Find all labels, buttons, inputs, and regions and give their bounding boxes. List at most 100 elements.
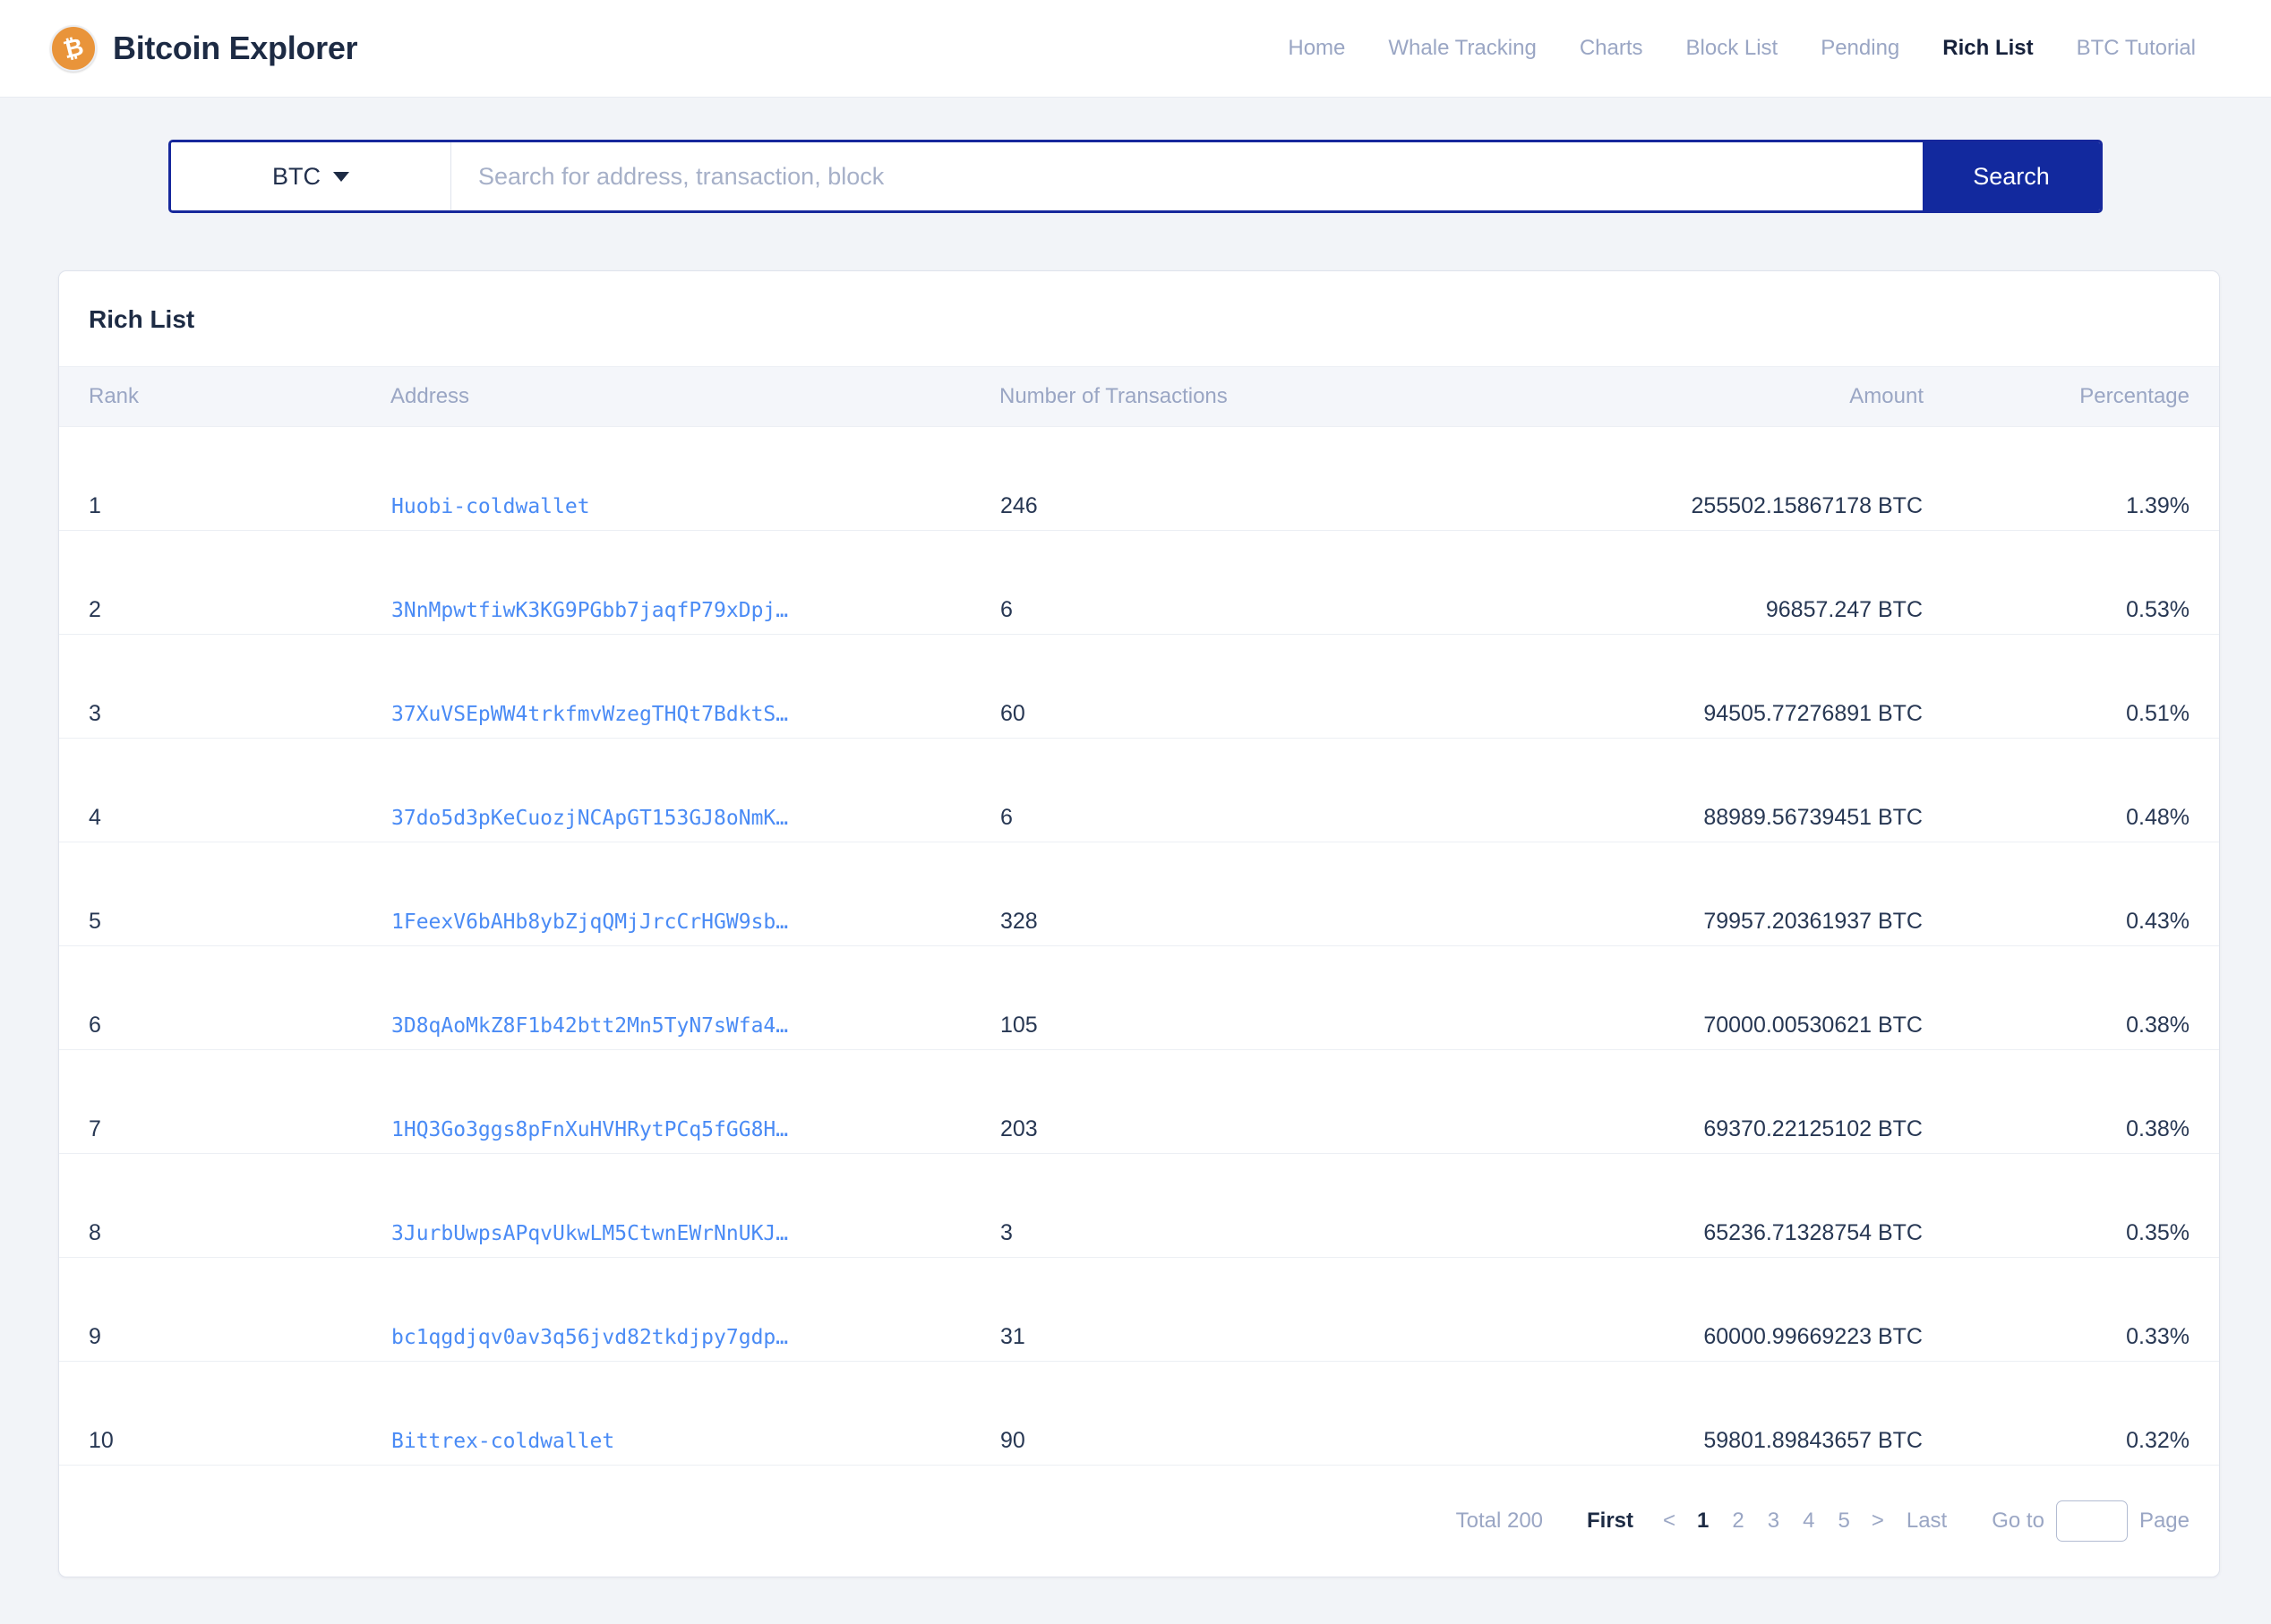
cell-percentage: 1.39% (1924, 426, 2219, 531)
nav-link-block-list[interactable]: Block List (1665, 36, 1800, 61)
table-row: 9 bc1qgdjqv0av3q56jvd82tkdjpy7gdp… 31 60… (59, 1257, 2219, 1362)
cell-percentage: 0.38% (1924, 945, 2219, 1050)
cell-address: 1HQ3Go3ggs8pFnXuHVHRytPCq5fGG8H… (390, 1049, 999, 1154)
column-header-address: Address (390, 366, 999, 427)
nav-link-home[interactable]: Home (1266, 36, 1367, 61)
cell-amount: 79957.20361937 BTC (1608, 842, 1924, 946)
column-header-transactions: Number of Transactions (999, 366, 1608, 427)
search-button[interactable]: Search (1923, 142, 2100, 210)
cell-percentage: 0.53% (1924, 530, 2219, 635)
nav-link-pending[interactable]: Pending (1799, 36, 1921, 61)
address-link[interactable]: 1HQ3Go3ggs8pFnXuHVHRytPCq5fGG8H… (391, 1118, 788, 1141)
pagination-last[interactable]: Last (1907, 1509, 1947, 1534)
table-row: 7 1HQ3Go3ggs8pFnXuHVHRytPCq5fGG8H… 203 6… (59, 1049, 2219, 1154)
cell-percentage: 0.48% (1924, 738, 2219, 842)
address-link[interactable]: 37XuVSEpWW4trkfmvWzegTHQt7BdktS… (391, 703, 788, 726)
pagination-page-2[interactable]: 2 (1720, 1509, 1755, 1534)
address-link[interactable]: bc1qgdjqv0av3q56jvd82tkdjpy7gdp… (391, 1326, 788, 1349)
cell-transactions: 90 (999, 1361, 1608, 1466)
pagination-page-1[interactable]: 1 (1685, 1509, 1720, 1534)
cell-rank: 10 (59, 1361, 390, 1466)
table-row: 1 Huobi-coldwallet 246 255502.15867178 B… (59, 426, 2219, 531)
pagination-total: Total 200 (1455, 1509, 1544, 1533)
cell-address: 37do5d3pKeCuozjNCApGT153GJ8oNmK… (390, 738, 999, 842)
table-row: 10 Bittrex-coldwallet 90 59801.89843657 … (59, 1361, 2219, 1466)
cell-amount: 60000.99669223 BTC (1608, 1257, 1924, 1362)
address-link[interactable]: 37do5d3pKeCuozjNCApGT153GJ8oNmK… (391, 807, 788, 830)
pagination-page-4[interactable]: 4 (1791, 1509, 1826, 1534)
table-row: 6 3D8qAoMkZ8F1b42btt2Mn5TyN7sWfa4… 105 7… (59, 945, 2219, 1050)
table-row: 8 3JurbUwpsAPqvUkwLM5CtwnEWrNnUKJ… 3 652… (59, 1153, 2219, 1258)
cell-amount: 88989.56739451 BTC (1608, 738, 1924, 842)
address-link[interactable]: Huobi-coldwallet (391, 495, 590, 518)
pagination-prev-icon[interactable]: < (1653, 1509, 1685, 1534)
pagination-page-3[interactable]: 3 (1756, 1509, 1791, 1534)
top-navbar: ₿ Bitcoin Explorer Home Whale Tracking C… (0, 0, 2271, 98)
cell-address: 1FeexV6bAHb8ybZjqQMjJrcCrHGW9sb… (390, 842, 999, 946)
cell-address: bc1qgdjqv0av3q56jvd82tkdjpy7gdp… (390, 1257, 999, 1362)
address-link[interactable]: Bittrex-coldwallet (391, 1430, 614, 1453)
cell-transactions: 60 (999, 634, 1608, 739)
table-row: 4 37do5d3pKeCuozjNCApGT153GJ8oNmK… 6 889… (59, 738, 2219, 842)
cell-address: Bittrex-coldwallet (390, 1361, 999, 1466)
cell-percentage: 0.32% (1924, 1361, 2219, 1466)
column-header-rank: Rank (59, 366, 390, 427)
cell-percentage: 0.38% (1924, 1049, 2219, 1154)
svg-text:₿: ₿ (61, 33, 87, 64)
pagination: Total 200 First < 1 2 3 4 5 > Last Go to… (59, 1466, 2219, 1577)
pagination-page-5[interactable]: 5 (1826, 1509, 1861, 1534)
cell-amount: 96857.247 BTC (1608, 530, 1924, 635)
cell-amount: 70000.00530621 BTC (1608, 945, 1924, 1050)
pagination-first[interactable]: First (1587, 1509, 1633, 1534)
address-link[interactable]: 1FeexV6bAHb8ybZjqQMjJrcCrHGW9sb… (391, 910, 788, 934)
coin-select-dropdown[interactable]: BTC (171, 142, 451, 210)
cell-percentage: 0.43% (1924, 842, 2219, 946)
cell-rank: 4 (59, 738, 390, 842)
nav-link-whale-tracking[interactable]: Whale Tracking (1367, 36, 1557, 61)
address-link[interactable]: 3D8qAoMkZ8F1b42btt2Mn5TyN7sWfa4… (391, 1014, 788, 1038)
pagination-page-label: Page (2138, 1509, 2190, 1533)
card-title: Rich List (89, 305, 195, 333)
pagination-goto-label: Go to (1992, 1509, 2044, 1533)
cell-amount: 255502.15867178 BTC (1608, 426, 1924, 531)
cell-address: 3D8qAoMkZ8F1b42btt2Mn5TyN7sWfa4… (390, 945, 999, 1050)
cell-transactions: 6 (999, 530, 1608, 635)
table-header: Rank Address Number of Transactions Amou… (59, 366, 2219, 427)
address-link[interactable]: 3NnMpwtfiwK3KG9PGbb7jaqfP79xDpj… (391, 599, 788, 622)
brand[interactable]: ₿ Bitcoin Explorer (50, 25, 358, 72)
pagination-goto-input[interactable] (2055, 1500, 2128, 1542)
table-row: 2 3NnMpwtfiwK3KG9PGbb7jaqfP79xDpj… 6 968… (59, 530, 2219, 635)
chevron-down-icon (333, 171, 349, 182)
bitcoin-icon: ₿ (50, 25, 97, 72)
search-input[interactable] (451, 142, 1923, 210)
table-body: 1 Huobi-coldwallet 246 255502.15867178 B… (59, 426, 2219, 1466)
cell-transactions: 6 (999, 738, 1608, 842)
main-nav: Home Whale Tracking Charts Block List Pe… (1266, 36, 2217, 61)
cell-address: 3JurbUwpsAPqvUkwLM5CtwnEWrNnUKJ… (390, 1153, 999, 1258)
cell-amount: 69370.22125102 BTC (1608, 1049, 1924, 1154)
cell-rank: 6 (59, 945, 390, 1050)
cell-rank: 9 (59, 1257, 390, 1362)
brand-title: Bitcoin Explorer (113, 30, 358, 66)
column-header-amount: Amount (1608, 366, 1924, 427)
rich-list-card: Rich List Rank Address Number of Transac… (58, 270, 2220, 1577)
table-row: 5 1FeexV6bAHb8ybZjqQMjJrcCrHGW9sb… 328 7… (59, 842, 2219, 946)
cell-rank: 8 (59, 1153, 390, 1258)
address-link[interactable]: 3JurbUwpsAPqvUkwLM5CtwnEWrNnUKJ… (391, 1222, 788, 1245)
cell-address: 3NnMpwtfiwK3KG9PGbb7jaqfP79xDpj… (390, 530, 999, 635)
cell-rank: 1 (59, 426, 390, 531)
cell-percentage: 0.33% (1924, 1257, 2219, 1362)
cell-transactions: 203 (999, 1049, 1608, 1154)
cell-transactions: 246 (999, 426, 1608, 531)
nav-link-btc-tutorial[interactable]: BTC Tutorial (2055, 36, 2217, 61)
cell-percentage: 0.35% (1924, 1153, 2219, 1258)
cell-transactions: 328 (999, 842, 1608, 946)
nav-link-rich-list[interactable]: Rich List (1921, 36, 2054, 61)
cell-address: 37XuVSEpWW4trkfmvWzegTHQt7BdktS… (390, 634, 999, 739)
cell-amount: 59801.89843657 BTC (1608, 1361, 1924, 1466)
coin-select-value: BTC (272, 162, 321, 190)
pagination-next-icon[interactable]: > (1862, 1509, 1894, 1534)
cell-rank: 2 (59, 530, 390, 635)
cell-rank: 7 (59, 1049, 390, 1154)
nav-link-charts[interactable]: Charts (1558, 36, 1665, 61)
